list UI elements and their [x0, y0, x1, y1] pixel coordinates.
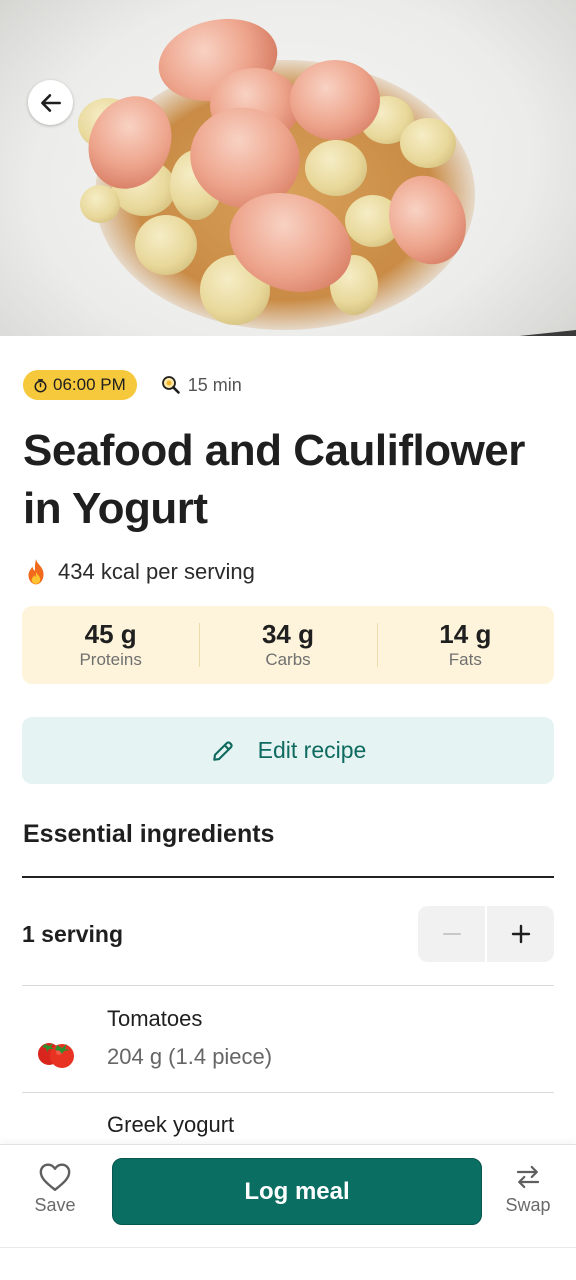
- flame-icon: [28, 559, 44, 585]
- log-meal-button[interactable]: Log meal: [112, 1158, 482, 1225]
- frying-pan-icon: [161, 376, 180, 394]
- ingredient-item[interactable]: Tomatoes 204 g (1.4 piece): [22, 1006, 554, 1098]
- ingredient-amount: 204 g (1.4 piece): [107, 1044, 273, 1069]
- macro-label: Proteins: [79, 650, 142, 669]
- macros-panel: 45 g Proteins 34 g Carbs 14 g Fats: [22, 606, 554, 684]
- macro-label: Fats: [448, 650, 482, 669]
- macro-value: 45 g: [84, 619, 137, 649]
- back-button[interactable]: [28, 80, 73, 125]
- pencil-icon: [212, 740, 233, 761]
- calories-text: 434 kcal per serving: [58, 559, 255, 584]
- ingredients-heading: Essential ingredients: [23, 820, 275, 848]
- meta-row: 06:00 PM 15 min: [23, 370, 242, 400]
- save-button[interactable]: Save: [15, 1161, 95, 1216]
- edit-recipe-button[interactable]: Edit recipe: [22, 717, 554, 784]
- meal-time: 06:00 PM: [53, 375, 126, 394]
- recipe-title: Seafood and Cauliflower in Yogurt: [23, 426, 525, 533]
- plus-icon: [511, 924, 530, 944]
- arrow-left-icon: [40, 93, 61, 112]
- tomato-icon: [38, 1043, 74, 1068]
- serving-row: 1 serving: [22, 906, 554, 962]
- macro-proteins: 45 g Proteins: [22, 619, 199, 671]
- divider: [22, 876, 554, 878]
- macro-value: 14 g: [439, 619, 492, 649]
- calories-row: 434 kcal per serving: [23, 558, 255, 586]
- macro-carbs: 34 g Carbs: [199, 619, 376, 671]
- edit-recipe-label: Edit recipe: [257, 737, 367, 763]
- duration-text: 15 min: [187, 374, 242, 395]
- serving-count: 1 serving: [22, 920, 123, 947]
- cook-duration: 15 min: [161, 375, 242, 396]
- decrease-serving-button[interactable]: [418, 906, 485, 962]
- macro-fats: 14 g Fats: [376, 619, 554, 671]
- swap-label: Swap: [505, 1195, 551, 1215]
- macro-label: Carbs: [265, 650, 311, 669]
- bottom-action-bar: Save Log meal Swap: [0, 1144, 576, 1247]
- macro-value: 34 g: [261, 619, 314, 649]
- serving-stepper: [418, 906, 554, 962]
- divider: [0, 1247, 576, 1248]
- timer-icon: [34, 378, 47, 392]
- increase-serving-button[interactable]: [487, 906, 554, 962]
- divider: [22, 985, 554, 986]
- meal-time-chip[interactable]: 06:00 PM: [23, 370, 137, 400]
- divider: [22, 1092, 554, 1093]
- swap-icon: [516, 1165, 540, 1189]
- minus-icon: [442, 933, 461, 935]
- ingredient-name: Greek yogurt: [107, 1112, 235, 1137]
- heart-icon: [39, 1163, 71, 1191]
- recipe-photo: [0, 0, 576, 336]
- save-label: Save: [34, 1195, 76, 1215]
- ingredient-name: Tomatoes: [107, 1006, 203, 1031]
- swap-button[interactable]: Swap: [488, 1161, 568, 1216]
- recipe-page: 06:00 PM 15 min Seafood and Cauliflower …: [0, 0, 576, 1280]
